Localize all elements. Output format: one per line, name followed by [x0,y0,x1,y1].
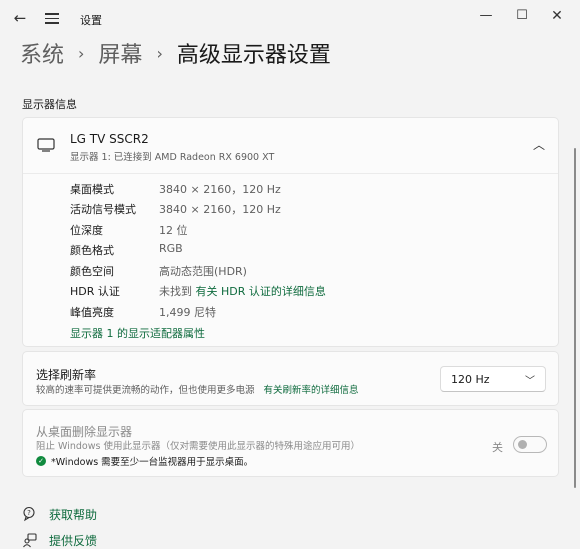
breadcrumb-item-system[interactable]: 系统 [20,37,64,69]
page-title: 高级显示器设置 [176,43,331,68]
info-label: 活动信号模式 [70,203,136,216]
toggle-state-label: 关 [492,441,503,454]
svg-text:?: ? [27,509,31,517]
remove-display-card: 从桌面删除显示器 阻止 Windows 使用此显示器（仅对需要使用此显示器的特殊… [22,409,559,477]
hdr-not-found-text: 未找到 [159,285,196,298]
chevron-down-icon: ﹀ [525,376,535,387]
info-label: HDR 认证 [70,285,120,298]
breadcrumb-separator-icon: › [78,43,85,63]
info-value: 1,499 尼特 [159,306,216,319]
info-value: 高动态范围(HDR) [159,265,247,278]
title-bar: ← 设置 — ☐ ✕ [0,0,580,36]
remove-display-description: 阻止 Windows 使用此显示器（仅对需要使用此显示器的特殊用途应用可用） [36,441,360,452]
info-label: 颜色空间 [70,265,114,278]
back-arrow-icon[interactable]: ← [12,10,28,26]
get-help-row[interactable]: ? 获取帮助 [22,505,97,523]
feedback-icon [22,532,38,548]
minimize-button[interactable]: — [474,6,498,26]
info-label: 位深度 [70,224,103,237]
monitor-icon [37,138,55,152]
info-label: 颜色格式 [70,244,114,257]
get-help-link[interactable]: 获取帮助 [49,506,97,523]
display-connection-info: 显示器 1: 已连接到 AMD Radeon RX 6900 XT [70,152,275,163]
refresh-rate-title: 选择刷新率 [36,368,97,382]
display-info-card: LG TV SSCR2 显示器 1: 已连接到 AMD Radeon RX 69… [22,117,559,347]
remove-display-note: ✓ *Windows 需要至少一台监视器用于显示桌面。 [36,454,253,468]
remove-display-note-text: *Windows 需要至少一台监视器用于显示桌面。 [51,457,254,468]
maximize-button[interactable]: ☐ [510,6,534,26]
display-info-header[interactable]: LG TV SSCR2 显示器 1: 已连接到 AMD Radeon RX 69… [23,118,558,174]
refresh-rate-card: 选择刷新率 较高的速率可提供更流畅的动作，但也使用更多电源 有关刷新率的详细信息… [22,351,559,406]
info-value: 3840 × 2160，120 Hz [159,203,281,216]
help-chat-icon: ? [22,506,38,522]
info-value: 未找到 有关 HDR 认证的详细信息 [159,283,326,299]
info-value: 12 位 [159,224,188,237]
info-value: 3840 × 2160，120 Hz [159,183,281,196]
feedback-row[interactable]: 提供反馈 [22,531,97,549]
feedback-link[interactable]: 提供反馈 [49,532,97,549]
refresh-rate-details-link[interactable]: 有关刷新率的详细信息 [264,385,359,396]
breadcrumb: 系统 › 屏幕 › 高级显示器设置 [20,36,331,70]
window-title: 设置 [80,14,102,27]
section-label-display-info: 显示器信息 [22,98,77,111]
display-name: LG TV SSCR2 [70,132,149,146]
checkmark-circle-icon: ✓ [36,456,46,466]
refresh-rate-description: 较高的速率可提供更流畅的动作，但也使用更多电源 有关刷新率的详细信息 [36,382,359,396]
refresh-rate-description-text: 较高的速率可提供更流畅的动作，但也使用更多电源 [36,385,255,396]
breadcrumb-separator-icon: › [156,43,163,63]
refresh-rate-dropdown[interactable]: 120 Hz ﹀ [440,366,546,392]
toggle-knob [518,440,527,449]
chevron-up-icon[interactable]: ︿ [533,136,545,153]
close-button[interactable]: ✕ [545,6,569,26]
info-label: 峰值亮度 [70,306,114,319]
hamburger-menu-icon[interactable] [44,10,60,26]
remove-display-toggle [513,436,547,453]
hdr-certification-link[interactable]: 有关 HDR 认证的详细信息 [196,285,326,298]
info-value: RGB [159,242,183,255]
info-label: 桌面模式 [70,183,114,196]
breadcrumb-item-display[interactable]: 屏幕 [98,37,142,69]
refresh-rate-selected-value: 120 Hz [451,373,490,386]
vertical-scrollbar[interactable] [574,148,576,488]
display-adapter-properties-link[interactable]: 显示器 1 的显示适配器属性 [70,325,205,341]
